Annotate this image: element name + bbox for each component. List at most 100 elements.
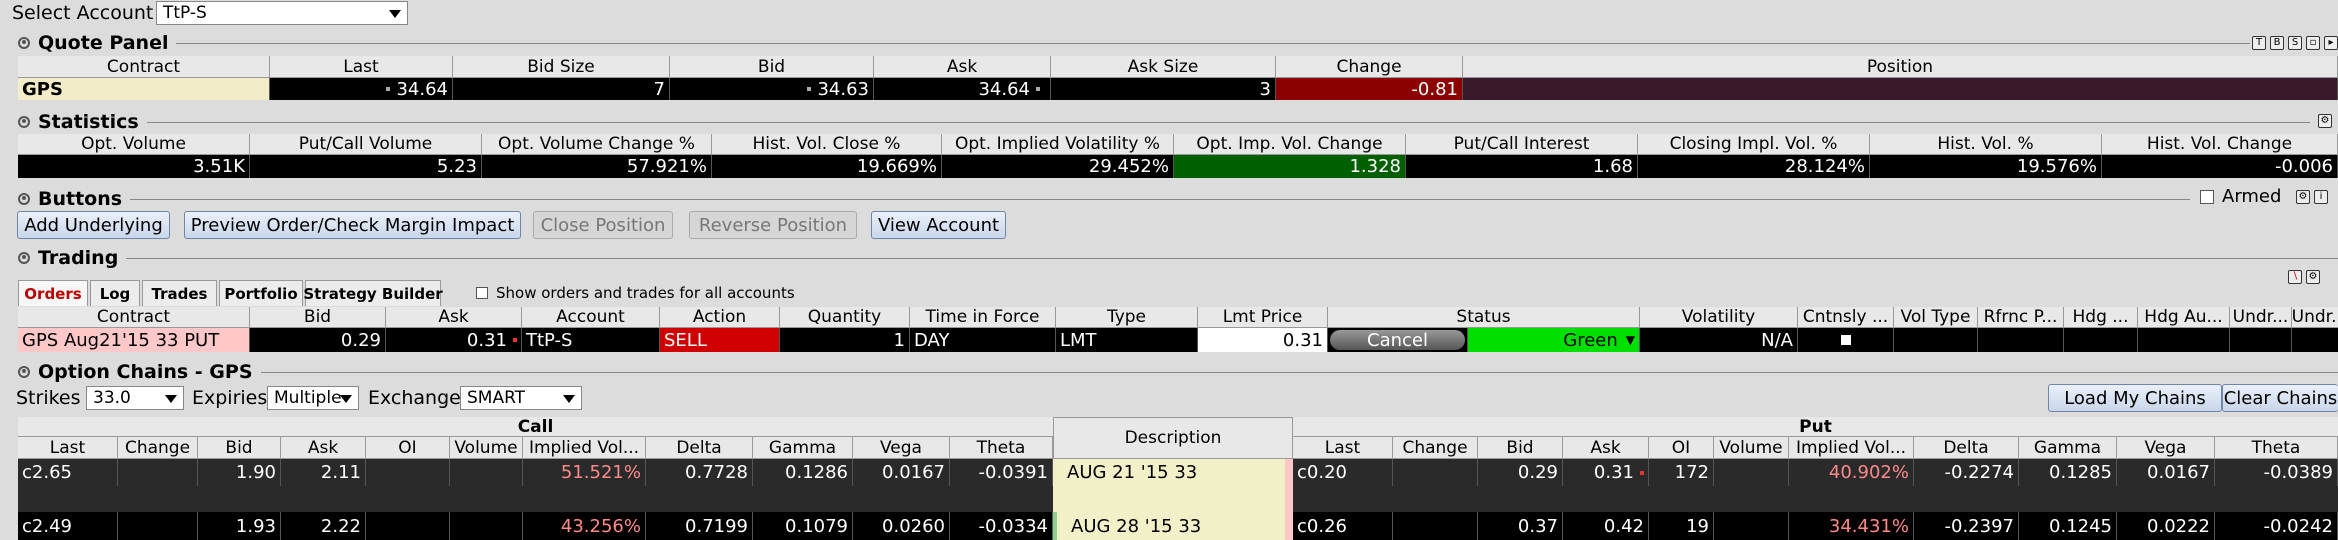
exchange-label: Exchange (368, 387, 461, 409)
quote-panel-header[interactable]: Quote Panel (0, 31, 2250, 55)
statistics-header[interactable]: Statistics (0, 110, 2310, 134)
quote-row-gps[interactable]: GPS 34.64 7 34.63 34.64 3 -0.81 (18, 78, 2338, 100)
header-ask-size: Ask Size (1051, 56, 1276, 78)
quote-ask[interactable]: 34.64 (874, 78, 1051, 100)
call-bid[interactable]: 1.93 (198, 512, 281, 540)
expiries-select[interactable]: Multiple (267, 386, 359, 410)
chain-row-put[interactable]: c0.20 0.29 0.31 172 40.902% -0.2274 0.12… (1293, 459, 2338, 486)
quote-panel-title: Quote Panel (38, 32, 169, 54)
tab-orders[interactable]: Orders (18, 280, 88, 306)
settings-icon[interactable]: ⚙ (2318, 114, 2332, 128)
order-action[interactable]: SELL (660, 328, 780, 352)
put-last: c0.20 (1293, 459, 1393, 486)
statistics-title: Statistics (38, 111, 139, 133)
order-cancel-cell: Cancel (1328, 328, 1468, 352)
caret-down-icon: ▼ (1625, 333, 1635, 347)
order-lmt-price[interactable]: 0.31 (1198, 328, 1328, 352)
header-put-call-interest: Put/Call Interest (1406, 134, 1638, 155)
collapse-icon[interactable] (18, 37, 30, 49)
header-cntnsly: Cntnsly ... (1798, 307, 1894, 328)
quote-ask-size[interactable]: 3 (1051, 78, 1276, 100)
put-ask[interactable]: 0.42 (1563, 512, 1649, 540)
option-chains-header[interactable]: Option Chains - GPS (0, 360, 2338, 384)
clear-chains-button[interactable]: Clear Chains (2222, 384, 2338, 412)
call-ask[interactable]: 2.22 (281, 512, 366, 540)
t-icon[interactable]: T (2252, 36, 2266, 50)
window-icon[interactable]: ▫ (2306, 36, 2320, 50)
chevron-down-icon (563, 395, 575, 403)
order-tif[interactable]: DAY (910, 328, 1056, 352)
put-volume (1714, 512, 1789, 540)
show-all-checkbox[interactable] (476, 287, 488, 299)
put-vega: 0.0167 (2117, 459, 2215, 486)
quote-panel-headers: Contract Last Bid Size Bid Ask Ask Size … (18, 56, 2338, 78)
quote-bid-size[interactable]: 7 (453, 78, 670, 100)
chain-row-call[interactable]: c2.65 1.90 2.11 51.521% 0.7728 0.1286 0.… (18, 459, 1053, 486)
view-account-button[interactable]: View Account (871, 211, 1006, 239)
put-bid[interactable]: 0.29 (1478, 459, 1563, 486)
quote-bid-value: 34.63 (817, 78, 869, 100)
call-volume (450, 512, 523, 540)
collapse-icon[interactable] (18, 116, 30, 128)
order-type[interactable]: LMT (1056, 328, 1198, 352)
put-implied-vol: 34.431% (1789, 512, 1914, 540)
quote-last-value: 34.64 (396, 78, 448, 100)
buttons-header[interactable]: Buttons (0, 187, 2190, 211)
tab-portfolio[interactable]: Portfolio (219, 280, 303, 306)
put-change (1393, 459, 1478, 486)
cancel-order-button[interactable]: Cancel (1330, 330, 1465, 351)
add-underlying-button[interactable]: Add Underlying (17, 211, 170, 239)
call-col-headers: Last Change Bid Ask OI Volume Implied Vo… (18, 437, 1053, 459)
call-ask[interactable]: 2.11 (281, 459, 366, 486)
exchange-select[interactable]: SMART (460, 386, 582, 410)
order-account[interactable]: TtP-S (522, 328, 660, 352)
armed-checkbox[interactable] (2200, 190, 2214, 204)
call-gamma: 0.1079 (753, 512, 853, 540)
chain-row-call[interactable]: c2.49 1.93 2.22 43.256% 0.7199 0.1079 0.… (18, 512, 1053, 540)
collapse-icon[interactable] (18, 193, 30, 205)
order-quantity[interactable]: 1 (780, 328, 910, 352)
settings-icon[interactable]: ⚙ (2296, 190, 2310, 204)
statistics-headers: Opt. Volume Put/Call Volume Opt. Volume … (18, 134, 2338, 155)
collapse-icon[interactable] (18, 252, 30, 264)
put-gamma: 0.1245 (2019, 512, 2117, 540)
b-icon[interactable]: B (2270, 36, 2284, 50)
checkbox-icon[interactable] (1840, 335, 1851, 345)
chain-description[interactable]: AUG 28 '15 33 (1053, 512, 1293, 540)
order-hdg (2064, 328, 2138, 352)
put-delta: -0.2274 (1914, 459, 2019, 486)
chain-row-put[interactable]: c0.26 0.37 0.42 19 34.431% -0.2397 0.124… (1293, 512, 2338, 540)
order-cntnsly[interactable] (1798, 328, 1894, 352)
info-icon[interactable]: i (2314, 190, 2328, 204)
quote-contract[interactable]: GPS (18, 78, 270, 100)
close-position-button[interactable]: Close Position (533, 211, 673, 239)
order-status[interactable]: Green ▼ (1468, 328, 1640, 352)
call-implied-vol: 43.256% (523, 512, 646, 540)
s-icon[interactable]: S (2288, 36, 2302, 50)
no-icon[interactable]: ∖ (2288, 270, 2302, 284)
trading-title: Trading (38, 247, 119, 269)
preview-order-button[interactable]: Preview Order/Check Margin Impact (184, 211, 521, 239)
put-ask[interactable]: 0.31 (1563, 459, 1649, 486)
chain-description[interactable]: AUG 21 '15 33 (1053, 459, 1293, 486)
expand-icon[interactable]: ▸ (2324, 36, 2338, 50)
load-my-chains-button[interactable]: Load My Chains (2048, 384, 2222, 412)
reverse-position-button[interactable]: Reverse Position (689, 211, 857, 239)
collapse-icon[interactable] (18, 366, 30, 378)
put-col-headers: Last Change Bid Ask OI Volume Implied Vo… (1293, 437, 2338, 459)
order-contract[interactable]: GPS Aug21'15 33 PUT (18, 328, 250, 352)
tab-strategy-builder[interactable]: Strategy Builder (303, 280, 443, 306)
account-select[interactable]: TtP-S (156, 1, 408, 25)
call-vega: 0.0260 (853, 512, 950, 540)
quote-bid[interactable]: 34.63 (670, 78, 874, 100)
put-bid[interactable]: 0.37 (1478, 512, 1563, 540)
put-header-change: Change (1393, 437, 1478, 459)
tab-trades[interactable]: Trades (142, 280, 217, 306)
order-row[interactable]: GPS Aug21'15 33 PUT 0.29 0.31 TtP-S SELL… (18, 328, 2338, 352)
settings-icon[interactable]: ⚙ (2306, 270, 2320, 284)
trading-header[interactable]: Trading (0, 246, 2338, 270)
tab-log[interactable]: Log (90, 280, 140, 306)
call-bid[interactable]: 1.90 (198, 459, 281, 486)
strikes-select[interactable]: 33.0 (86, 386, 184, 410)
header-change: Change (1276, 56, 1463, 78)
